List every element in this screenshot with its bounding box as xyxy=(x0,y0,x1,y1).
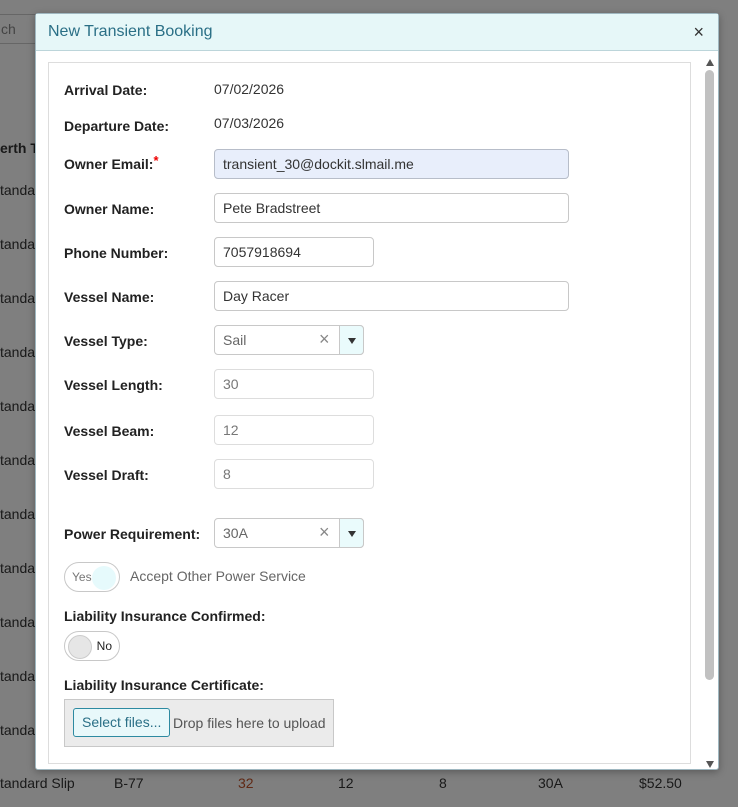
toggle-knob xyxy=(68,635,92,659)
arrival-date-label: Arrival Date: xyxy=(64,82,148,98)
vessel-beam-label: Vessel Beam: xyxy=(64,423,155,439)
vessel-length-label: Vessel Length: xyxy=(64,377,163,393)
phone-number-input[interactable]: 7057918694 xyxy=(214,237,374,267)
vessel-length-input[interactable]: 30 xyxy=(214,369,374,399)
insurance-confirmed-label: Liability Insurance Confirmed: xyxy=(64,608,266,624)
clear-icon[interactable]: × xyxy=(319,522,330,543)
departure-date-label: Departure Date: xyxy=(64,118,170,134)
scroll-down-arrow-icon[interactable] xyxy=(706,761,714,768)
scroll-up-arrow-icon[interactable] xyxy=(706,59,714,66)
vessel-beam-input[interactable]: 12 xyxy=(214,415,374,445)
departure-date-value: 07/03/2026 xyxy=(214,115,285,131)
certificate-label: Liability Insurance Certificate: xyxy=(64,677,264,693)
owner-name-label: Owner Name: xyxy=(64,201,155,217)
insurance-confirmed-toggle[interactable]: No xyxy=(64,631,120,661)
power-requirement-select[interactable]: 30A × xyxy=(214,518,364,548)
phone-number-label: Phone Number: xyxy=(64,245,169,261)
vertical-scrollbar[interactable] xyxy=(704,55,715,771)
power-requirement-value: 30A xyxy=(223,525,248,541)
select-files-button[interactable]: Select files... xyxy=(73,708,171,737)
vessel-name-input[interactable]: Day Racer xyxy=(214,281,569,311)
dialog-body: Arrival Date: 07/02/2026 Departure Date:… xyxy=(48,62,691,764)
owner-name-input[interactable]: Pete Bradstreet xyxy=(214,193,569,223)
owner-email-label: Owner Email:* xyxy=(64,153,159,172)
vessel-draft-input[interactable]: 8 xyxy=(214,459,374,489)
close-icon[interactable]: × xyxy=(693,23,704,41)
toggle-text: No xyxy=(96,639,112,653)
toggle-knob xyxy=(92,566,116,590)
chevron-down-icon[interactable] xyxy=(339,325,364,355)
required-marker: * xyxy=(153,153,159,168)
vessel-type-label: Vessel Type: xyxy=(64,333,148,349)
chevron-down-icon[interactable] xyxy=(339,518,364,548)
vessel-draft-label: Vessel Draft: xyxy=(64,467,149,483)
toggle-text: Yes xyxy=(72,570,92,584)
vessel-type-select[interactable]: Sail × xyxy=(214,325,364,355)
owner-email-input[interactable]: transient_30@dockit.slmail.me xyxy=(214,149,569,179)
clear-icon[interactable]: × xyxy=(319,329,330,350)
power-requirement-label: Power Requirement: xyxy=(64,526,201,542)
booking-dialog: New Transient Booking × Arrival Date: 07… xyxy=(35,13,719,770)
owner-email-label-text: Owner Email: xyxy=(64,156,154,172)
vessel-type-value: Sail xyxy=(223,332,247,348)
dialog-title: New Transient Booking xyxy=(48,23,213,40)
file-upload-dropzone[interactable]: Select files... Drop files here to uploa… xyxy=(64,699,334,747)
dialog-header: New Transient Booking × xyxy=(36,14,718,51)
accept-power-toggle[interactable]: Yes xyxy=(64,562,120,592)
scrollbar-thumb[interactable] xyxy=(705,70,714,680)
vessel-name-label: Vessel Name: xyxy=(64,289,155,305)
accept-power-label: Accept Other Power Service xyxy=(130,568,306,584)
drop-files-text: Drop files here to upload xyxy=(173,715,326,731)
arrival-date-value: 07/02/2026 xyxy=(214,81,285,97)
